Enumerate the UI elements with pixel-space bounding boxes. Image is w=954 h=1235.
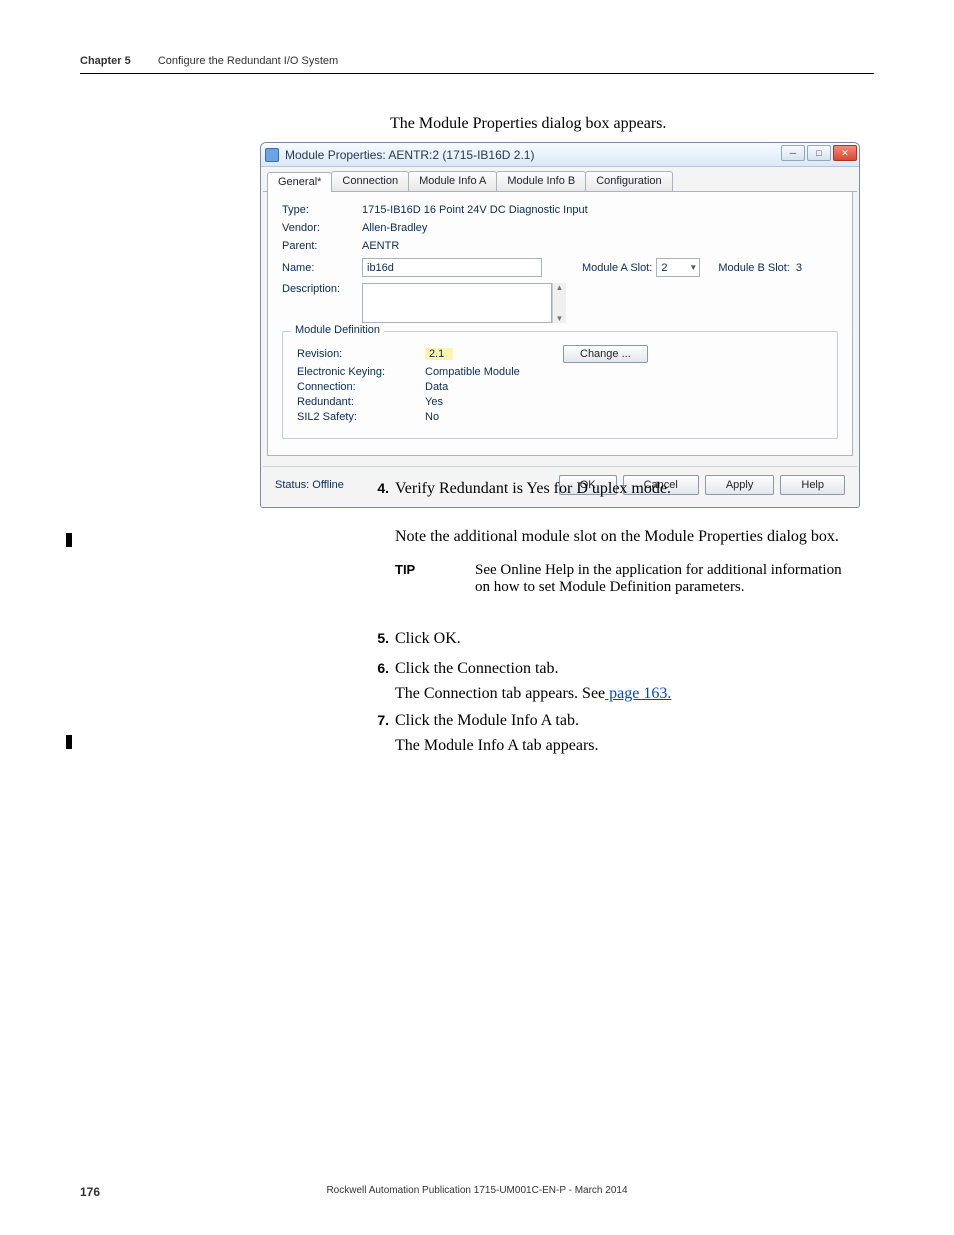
step-number: 7. [367,712,389,730]
label-revision: Revision: [297,348,425,360]
step-number: 6. [367,660,389,678]
label-name: Name: [282,262,362,274]
value-sil2-safety: No [425,411,555,423]
change-bar [66,735,72,749]
step-4: 4. Verify Redundant is Yes for D uplex m… [367,480,671,502]
window-buttons: ─ □ ✕ [781,145,857,161]
page-footer: 176 Rockwell Automation Publication 1715… [80,1185,874,1199]
module-a-slot-select[interactable]: 2 ▼ [656,258,700,277]
module-definition-group: Module Definition Revision: 2.1 Change .… [282,331,838,439]
help-button[interactable]: Help [780,475,845,495]
step-text: Click OK. [395,630,461,648]
label-parent: Parent: [282,240,362,252]
value-type: 1715-IB16D 16 Point 24V DC Diagnostic In… [362,204,588,216]
publication-id: Rockwell Automation Publication 1715-UM0… [80,1185,874,1196]
label-module-a-slot: Module A Slot: [582,262,652,274]
tip-label: TIP [395,562,435,596]
connection-tab-appears: The Connection tab appears. See page 163… [395,685,671,703]
description-scrollbar[interactable]: ▲▼ [552,283,566,323]
label-electronic-keying: Electronic Keying: [297,366,425,378]
value-redundant: Yes [425,396,555,408]
window-title: Module Properties: AENTR:2 (1715-IB16D 2… [285,148,534,162]
step-number: 5. [367,630,389,648]
label-connection: Connection: [297,381,425,393]
tab-module-info-b[interactable]: Module Info B [496,171,586,191]
step-text: Click the Connection tab. [395,660,559,678]
module-info-a-appears: The Module Info A tab appears. [395,737,599,755]
step-6: 6. Click the Connection tab. [367,660,559,682]
change-button[interactable]: Change ... [563,345,648,363]
value-revision: 2.1 [425,348,453,360]
chapter-number: Chapter 5 [80,55,131,67]
note-additional-slot: Note the additional module slot on the M… [395,528,875,546]
titlebar[interactable]: Module Properties: AENTR:2 (1715-IB16D 2… [261,143,859,167]
name-input[interactable] [362,258,542,277]
close-button[interactable]: ✕ [833,145,857,161]
tab-row: General* Connection Module Info A Module… [263,171,857,192]
step-text: Verify Redundant is Yes for D uplex mode… [395,480,671,498]
tab-connection[interactable]: Connection [331,171,409,191]
value-module-b-slot: 3 [796,262,802,274]
step-7: 7. Click the Module Info A tab. [367,712,579,734]
label-vendor: Vendor: [282,222,362,234]
conn-tab-text: The Connection tab appears. See [395,685,605,702]
tip-block: TIP See Online Help in the application f… [395,562,860,596]
tab-general[interactable]: General* [267,172,332,192]
value-vendor: Allen-Bradley [362,222,427,234]
module-definition-legend: Module Definition [291,324,384,336]
value-parent: AENTR [362,240,399,252]
tip-text: See Online Help in the application for a… [475,562,860,596]
module-properties-dialog: Module Properties: AENTR:2 (1715-IB16D 2… [260,142,860,508]
status-text: Status: Offline [275,479,344,491]
change-bar [66,533,72,547]
maximize-button[interactable]: □ [807,145,831,161]
value-connection: Data [425,381,555,393]
label-sil2-safety: SIL2 Safety: [297,411,425,423]
tab-configuration[interactable]: Configuration [585,171,672,191]
description-input[interactable] [362,283,552,323]
module-a-slot-value: 2 [661,262,667,274]
step-number: 4. [367,480,389,498]
chevron-down-icon: ▼ [689,263,697,272]
label-description: Description: [282,283,362,295]
step-5: 5. Click OK. [367,630,461,652]
minimize-button[interactable]: ─ [781,145,805,161]
page-163-link[interactable]: page 163. [605,685,671,702]
step-text: Click the Module Info A tab. [395,712,579,730]
dialog-body: General* Connection Module Info A Module… [261,167,859,507]
general-panel: Type: 1715-IB16D 16 Point 24V DC Diagnos… [267,192,853,456]
chapter-title: Configure the Redundant I/O System [158,55,338,67]
value-electronic-keying: Compatible Module [425,366,555,378]
apply-button[interactable]: Apply [705,475,775,495]
tab-module-info-a[interactable]: Module Info A [408,171,497,191]
page-header: Chapter 5 Configure the Redundant I/O Sy… [80,55,874,74]
label-type: Type: [282,204,362,216]
caption-dialog-appears: The Module Properties dialog box appears… [390,115,666,133]
label-redundant: Redundant: [297,396,425,408]
label-module-b-slot: Module B Slot: [718,262,790,274]
app-icon [265,148,279,162]
